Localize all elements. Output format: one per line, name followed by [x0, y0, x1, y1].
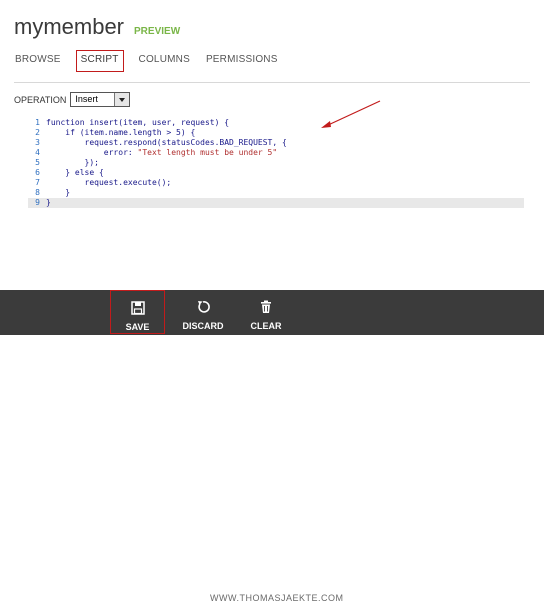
- save-label: SAVE: [125, 322, 150, 332]
- code-text: }: [46, 198, 51, 207]
- code-line: 7 request.execute();: [28, 178, 524, 188]
- line-number: 5: [35, 158, 40, 167]
- code-line: 4 error: "Text length must be under 5": [28, 148, 524, 158]
- code-line: 8 }: [28, 188, 524, 198]
- header-divider: [14, 82, 530, 83]
- save-button[interactable]: SAVE: [110, 290, 165, 334]
- code-text: if (item.name.length > 5) {: [46, 128, 196, 137]
- trash-icon: [261, 300, 271, 313]
- preview-badge: PREVIEW: [134, 26, 181, 37]
- page-title: mymember: [14, 14, 125, 39]
- line-number: 3: [35, 138, 40, 147]
- tab-bar: BROWSE SCRIPT COLUMNS PERMISSIONS: [14, 50, 293, 72]
- discard-label: DISCARD: [182, 321, 224, 331]
- page-header: mymember PREVIEW: [14, 14, 180, 44]
- code-text: request.respond(statusCodes.BAD_REQUEST,…: [46, 138, 287, 147]
- chevron-down-icon[interactable]: [114, 93, 130, 106]
- operation-selected-value: Insert: [75, 94, 98, 104]
- script-editor[interactable]: 1 function insert(item, user, request) { …: [28, 118, 524, 208]
- code-text: request.execute();: [46, 178, 172, 187]
- clear-label: CLEAR: [250, 321, 282, 331]
- code-line: 6 } else {: [28, 168, 524, 178]
- tab-columns[interactable]: COLUMNS: [138, 50, 191, 70]
- red-arrow-annotation: [321, 100, 381, 128]
- line-number: 6: [35, 168, 40, 177]
- code-line-current: 9}: [28, 198, 524, 208]
- code-text: function insert(item, user, request) {: [46, 118, 230, 127]
- line-number: 8: [35, 188, 40, 197]
- code-line: 5 });: [28, 158, 524, 168]
- code-line: 3 request.respond(statusCodes.BAD_REQUES…: [28, 138, 524, 148]
- tab-browse[interactable]: BROWSE: [14, 50, 62, 70]
- tab-permissions[interactable]: PERMISSIONS: [205, 50, 279, 70]
- code-line: 2 if (item.name.length > 5) {: [28, 128, 524, 138]
- line-number: 2: [35, 128, 40, 137]
- line-number: 7: [35, 178, 40, 187]
- operation-row: OPERATION Insert: [14, 92, 131, 107]
- clear-button[interactable]: CLEAR: [236, 290, 296, 335]
- code-line: 1 function insert(item, user, request) {: [28, 118, 524, 128]
- tab-script[interactable]: SCRIPT: [75, 50, 124, 72]
- code-text: error:: [46, 148, 138, 157]
- line-number: 4: [35, 148, 40, 157]
- line-number: 1: [35, 118, 40, 127]
- code-string: "Text length must be under 5": [137, 148, 278, 157]
- code-text: } else {: [46, 168, 104, 177]
- code-text: }: [46, 188, 71, 197]
- code-text: });: [46, 158, 99, 167]
- discard-button[interactable]: DISCARD: [173, 290, 233, 335]
- command-bar: SAVE DISCARD CLEAR WWW.THOMASJAEKTE.COM: [0, 290, 544, 603]
- line-number: 9: [35, 198, 40, 207]
- undo-icon: [198, 301, 210, 313]
- watermark-text: WWW.THOMASJAEKTE.COM: [210, 593, 344, 603]
- operation-select[interactable]: Insert: [70, 92, 131, 107]
- floppy-disk-icon: [130, 301, 145, 315]
- operation-label: OPERATION: [14, 94, 67, 105]
